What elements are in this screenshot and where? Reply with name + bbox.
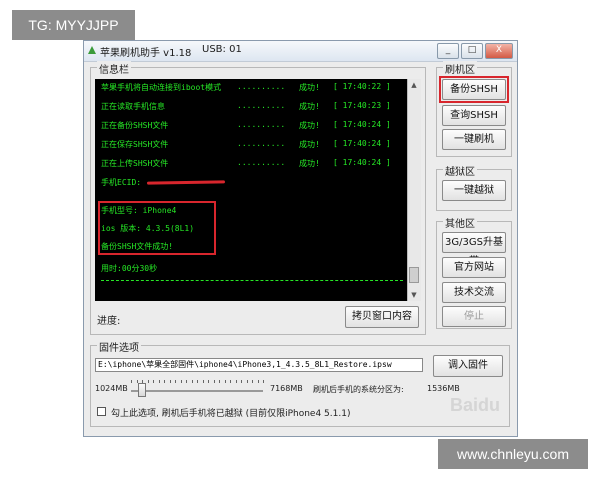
slider-ticks <box>131 380 264 384</box>
jailbreak-area: 越狱区 一键越狱 <box>436 163 512 211</box>
jailbreak-after-flash-label: 勾上此选项, 刷机后手机将已越狱 (目前仅限iPhone4 5.1.1) <box>111 409 351 419</box>
firmware-options: 固件选项 E:\iphone\苹果全部固件\iphone4\iPhone3,1_… <box>90 339 510 427</box>
log-dots: .......... <box>237 120 286 129</box>
jailbreak-after-flash-checkbox[interactable] <box>97 407 106 416</box>
ecid-line: 手机ECID: <box>101 178 142 187</box>
official-site-button[interactable]: 官方网站 <box>442 257 506 278</box>
firmware-path-field[interactable]: E:\iphone\苹果全部固件\iphone4\iPhone3,1_4.3.5… <box>95 358 423 372</box>
log-dots: .......... <box>237 82 286 91</box>
other-area-label: 其他区 <box>443 215 477 230</box>
progress-label: 进度: <box>97 316 121 327</box>
slider-tick <box>175 380 176 383</box>
top-left-watermark: TG: MYYJJPP <box>12 10 135 40</box>
log-dots: .......... <box>237 139 286 148</box>
slider-tick <box>263 380 264 383</box>
slider-tick <box>241 380 242 383</box>
partition-size-value: 1536MB <box>427 384 460 393</box>
console-scrollbar[interactable]: ▲ ▼ <box>407 79 421 301</box>
one-click-flash-button[interactable]: 一键刷机 <box>442 129 506 150</box>
slider-tick <box>219 380 220 383</box>
slider-tick <box>230 380 231 383</box>
console-divider <box>101 280 403 281</box>
log-message: 正在读取手机信息 <box>101 102 165 111</box>
slider-tick <box>158 380 160 383</box>
ecid-redaction-mark <box>146 180 226 185</box>
import-firmware-button[interactable]: 调入固件 <box>433 355 503 377</box>
tech-exchange-button[interactable]: 技术交流 <box>442 282 506 303</box>
slider-tick <box>208 380 209 383</box>
log-status: 成功! <box>299 159 320 168</box>
slider-tick <box>147 380 149 383</box>
slider-tick <box>153 380 154 383</box>
partition-slider-thumb[interactable] <box>137 383 146 397</box>
ios-version-line: ios 版本: 4.3.5(8L1) <box>101 224 195 233</box>
slider-tick <box>252 380 253 383</box>
close-button[interactable]: X <box>485 43 513 59</box>
slider-tick <box>235 380 237 383</box>
app-window: 苹果刷机助手 v1.18 USB: 01 _ □ X 信息栏 苹果手机将自动连接… <box>83 40 518 437</box>
flash-area: 刷机区 备份SHSH 查询SHSH 一键刷机 <box>436 61 512 157</box>
info-panel: 信息栏 苹果手机将自动连接到iboot模式 .......... 成功! [ 1… <box>90 61 426 335</box>
slider-tick <box>164 380 165 383</box>
scroll-up-arrow-icon[interactable]: ▲ <box>409 80 419 90</box>
log-status: 成功! <box>299 102 320 111</box>
app-logo-icon <box>88 46 96 54</box>
scroll-down-arrow-icon[interactable]: ▼ <box>409 290 419 300</box>
log-time: [ 17:40:22 ] <box>333 82 391 91</box>
backup-shsh-button[interactable]: 备份SHSH <box>442 79 506 100</box>
log-time: [ 17:40:23 ] <box>333 101 391 110</box>
baseband-upgrade-button[interactable]: 3G/3GS升基带 <box>442 232 506 267</box>
log-message: 苹果手机将自动连接到iboot模式 <box>101 83 222 92</box>
usb-status: USB: 01 <box>202 44 242 55</box>
slider-tick <box>186 380 187 383</box>
copy-window-content-button[interactable]: 拷贝窗口内容 <box>345 306 419 328</box>
minimize-button[interactable]: _ <box>437 43 459 59</box>
log-time: [ 17:40:24 ] <box>333 139 391 148</box>
model-line: 手机型号: iPhone4 <box>101 206 177 215</box>
slider-tick <box>180 380 182 383</box>
maximize-button[interactable]: □ <box>461 43 483 59</box>
slider-tick <box>169 380 171 383</box>
log-dots: .......... <box>237 101 286 110</box>
slider-tick <box>131 380 132 383</box>
log-status: 成功! <box>299 83 320 92</box>
partition-max-label: 7168MB <box>270 384 303 393</box>
slider-tick <box>224 380 226 383</box>
firmware-options-label: 固件选项 <box>97 339 141 354</box>
log-time: [ 17:40:24 ] <box>333 158 391 167</box>
slider-tick <box>246 380 248 383</box>
slider-tick <box>197 380 198 383</box>
elapsed-time-line: 用时:00分30秒 <box>101 264 158 273</box>
partition-slider-track[interactable] <box>131 390 263 392</box>
stop-button[interactable]: 停止 <box>442 306 506 327</box>
backup-result-line: 备份SHSH文件成功! <box>101 242 174 251</box>
log-status: 成功! <box>299 121 320 130</box>
log-message: 正在上传SHSH文件 <box>101 159 169 168</box>
jailbreak-area-label: 越狱区 <box>443 163 477 178</box>
flash-area-label: 刷机区 <box>443 61 477 76</box>
partition-size-label: 刷机后手机的系统分区为: <box>313 385 404 394</box>
other-area: 其他区 3G/3GS升基带 官方网站 技术交流 停止 <box>436 215 512 329</box>
query-shsh-button[interactable]: 查询SHSH <box>442 105 506 126</box>
slider-tick <box>213 380 215 383</box>
log-dots: .......... <box>237 158 286 167</box>
baidu-watermark: Baidu <box>450 395 501 415</box>
slider-tick <box>202 380 204 383</box>
slider-tick <box>191 380 193 383</box>
log-console: 苹果手机将自动连接到iboot模式 .......... 成功! [ 17:40… <box>95 79 421 301</box>
slider-tick <box>257 380 259 383</box>
log-message: 正在保存SHSH文件 <box>101 140 169 149</box>
partition-min-label: 1024MB <box>95 384 128 393</box>
log-message: 正在备份SHSH文件 <box>101 121 169 130</box>
one-click-jailbreak-button[interactable]: 一键越狱 <box>442 180 506 201</box>
bottom-right-watermark: www.chnleyu.com <box>438 439 588 469</box>
scroll-thumb[interactable] <box>409 267 419 283</box>
title-bar[interactable]: 苹果刷机助手 v1.18 USB: 01 _ □ X <box>84 41 517 62</box>
info-panel-label: 信息栏 <box>97 61 131 76</box>
log-status: 成功! <box>299 140 320 149</box>
window-title: 苹果刷机助手 v1.18 <box>100 48 192 59</box>
log-time: [ 17:40:24 ] <box>333 120 391 129</box>
